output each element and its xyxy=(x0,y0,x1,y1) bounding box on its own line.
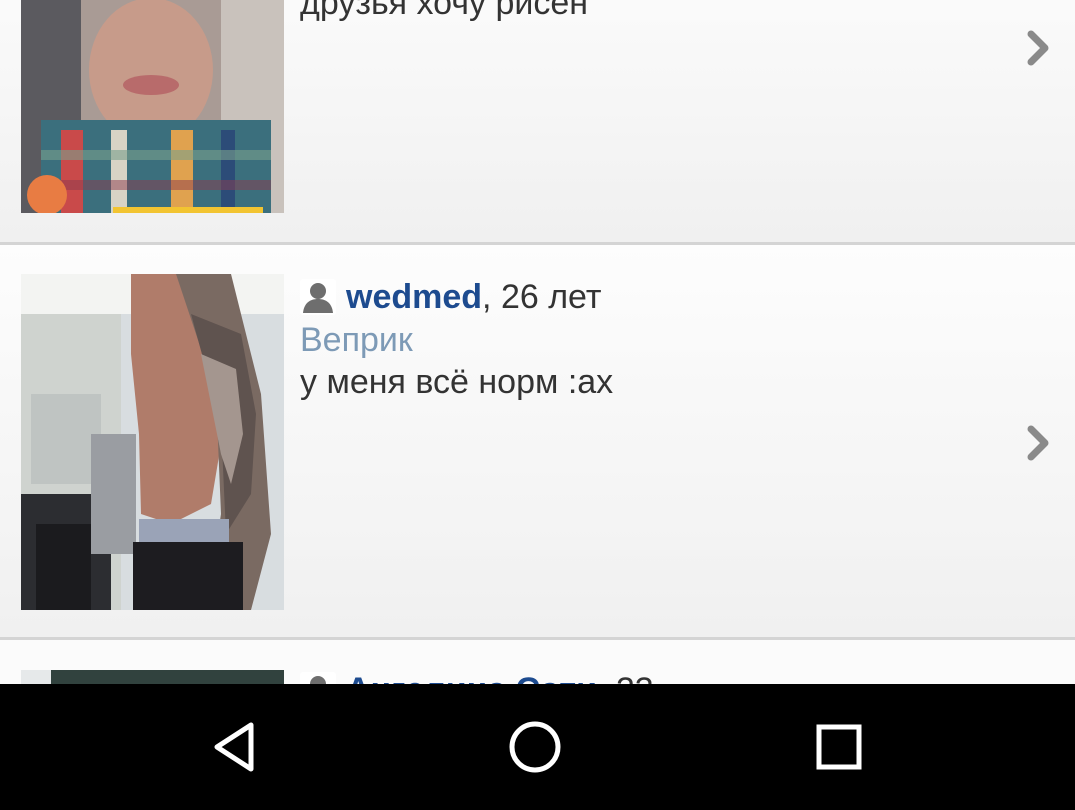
user-info: Ангелина Сати, 23 xyxy=(300,668,995,684)
list-item[interactable]: друзья хочу рисен xyxy=(0,0,1075,245)
user-photo-image xyxy=(21,274,284,610)
user-age: , 23 xyxy=(597,671,654,685)
status-text: у меня всё норм :ах xyxy=(300,363,614,401)
recents-square-icon xyxy=(816,724,862,770)
person-icon xyxy=(300,279,336,315)
user-photo-image xyxy=(21,670,284,684)
chevron-right-icon xyxy=(1027,30,1049,66)
back-triangle-icon xyxy=(214,722,254,772)
recents-button[interactable] xyxy=(804,717,874,777)
list-item[interactable]: Ангелина Сати, 23 xyxy=(0,640,1075,684)
user-headline: Ангелина Сати, 23 xyxy=(300,668,995,684)
app-screen: друзья хочу рисен wedmed , 26 лет Веприк… xyxy=(0,0,1075,810)
chevron-right-icon xyxy=(1027,425,1049,461)
username-link[interactable]: wedmed xyxy=(346,278,482,317)
user-info: wedmed, 26 лет Веприк у меня всё норм :а… xyxy=(300,275,995,403)
user-photo xyxy=(21,274,284,610)
system-navigation-bar xyxy=(0,684,1075,810)
user-headline: wedmed, 26 лет xyxy=(300,275,995,319)
user-photo-image xyxy=(21,0,284,213)
user-info: друзья хочу рисен xyxy=(300,0,995,24)
person-icon xyxy=(300,672,336,684)
status-text: друзья хочу рисен xyxy=(300,0,589,22)
home-button[interactable] xyxy=(500,717,570,777)
user-age: , 26 лет xyxy=(482,277,602,316)
username-link[interactable]: Ангелина Сати xyxy=(346,671,597,685)
list-item[interactable]: wedmed, 26 лет Веприк у меня всё норм :а… xyxy=(0,245,1075,640)
user-city: Веприк xyxy=(300,321,413,359)
back-button[interactable] xyxy=(200,717,270,777)
user-photo xyxy=(21,0,284,213)
user-photo xyxy=(21,670,284,684)
home-circle-icon xyxy=(509,721,561,773)
user-list[interactable]: друзья хочу рисен wedmed , 26 лет Веприк… xyxy=(0,0,1075,684)
